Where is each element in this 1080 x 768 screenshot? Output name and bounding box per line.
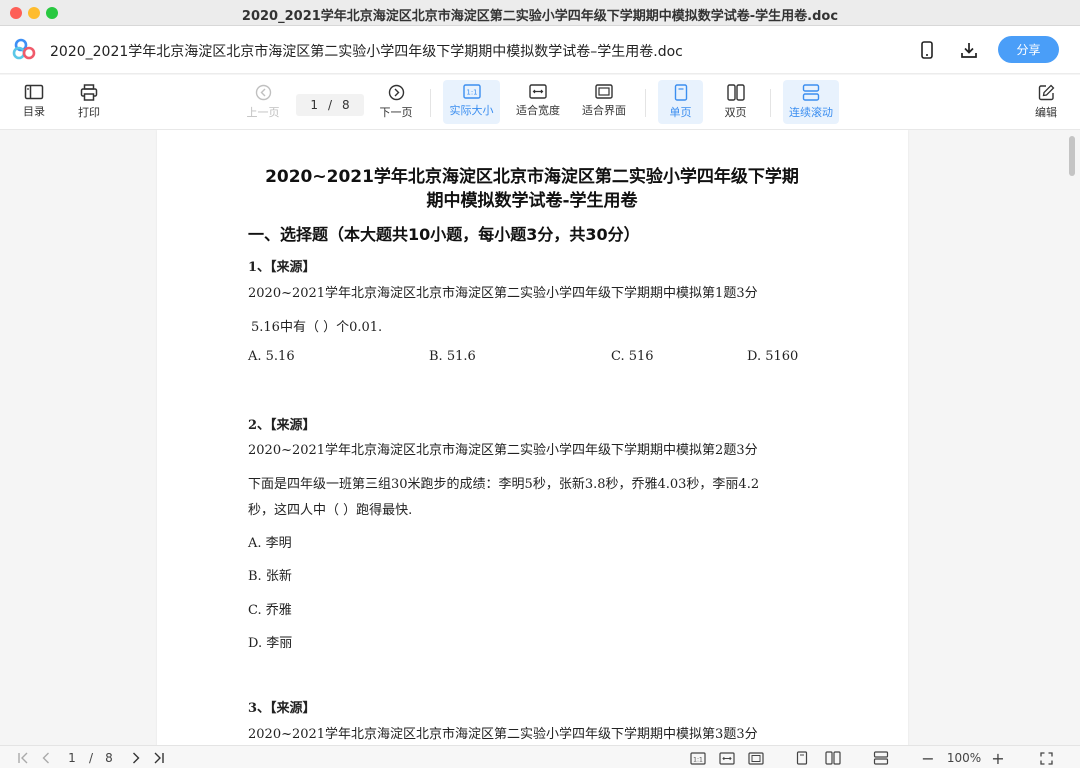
single-page-icon (674, 84, 687, 101)
question-2-option-d: D. 李丽 (248, 636, 293, 651)
section-title: 一、选择题（本大题共10小题，每小题3分，共30分） (248, 225, 640, 244)
status-double-page-icon[interactable] (823, 750, 843, 766)
window-title: 2020_2021学年北京海淀区北京市海淀区第二实验小学四年级下学期期中模拟数学… (241, 9, 839, 24)
status-actual-size-icon[interactable]: 1:1 (688, 750, 708, 766)
scrollbar-thumb[interactable] (1069, 136, 1075, 176)
toc-label: 目录 (23, 105, 45, 118)
fit-width-icon (529, 84, 547, 99)
svg-text:1:1: 1:1 (466, 89, 477, 97)
prev-page-button[interactable]: 上一页 (243, 80, 283, 124)
chevron-right-icon (388, 84, 404, 101)
actual-size-button[interactable]: 1:1 实际大小 (443, 80, 500, 124)
status-total-pages: 8 (105, 751, 113, 765)
print-label: 打印 (78, 106, 100, 119)
mobile-icon[interactable] (915, 38, 939, 62)
next-page-button[interactable]: 下一页 (376, 80, 416, 124)
fit-window-label: 适合界面 (582, 104, 626, 117)
edit-button[interactable]: 编辑 (1028, 80, 1064, 124)
zoom-out-button[interactable]: − (920, 749, 936, 768)
status-bar: 1 / 8 1:1 − 100% + (0, 745, 1080, 768)
download-icon[interactable] (957, 38, 981, 62)
document-viewport[interactable]: 2020~2021学年北京海淀区北京市海淀区第二实验小学四年级下学期 期中模拟数… (0, 130, 1080, 745)
status-fit-width-icon[interactable] (717, 750, 737, 766)
continuous-scroll-button[interactable]: 连续滚动 (783, 80, 839, 124)
question-2-stem-line-1: 下面是四年级一班第三组30米跑步的成绩：李明5秒，张新3.8秒，乔雅4.03秒，… (248, 477, 760, 492)
toolbar-divider (645, 89, 646, 117)
vertical-scrollbar[interactable] (1066, 132, 1078, 743)
app-logo-icon (12, 38, 38, 60)
actual-size-label: 实际大小 (449, 104, 494, 117)
single-page-button[interactable]: 单页 (658, 80, 703, 124)
question-1-source: 2020~2021学年北京海淀区北京市海淀区第二实验小学四年级下学期期中模拟第1… (248, 286, 758, 301)
share-button[interactable]: 分享 (998, 36, 1059, 63)
double-page-label: 双页 (724, 106, 747, 119)
question-1-number: 1、【来源】 (248, 260, 316, 275)
next-page-label: 下一页 (379, 106, 413, 119)
svg-text:1:1: 1:1 (693, 756, 703, 763)
last-page-icon[interactable] (150, 750, 168, 766)
question-1-option-d: D. 5160 (747, 349, 799, 364)
question-3-source: 2020~2021学年北京海淀区北京市海淀区第二实验小学四年级下学期期中模拟第3… (248, 727, 758, 742)
status-single-page-icon[interactable] (793, 750, 811, 766)
first-page-icon[interactable] (14, 750, 32, 766)
question-2-number: 2、【来源】 (248, 418, 316, 433)
continuous-scroll-icon (802, 84, 820, 101)
question-1-stem: 5.16中有（ ）个0.01. (251, 320, 383, 335)
question-2-option-a: A. 李明 (248, 536, 292, 551)
document-heading-line-2: 期中模拟数学试卷-学生用卷 (426, 191, 638, 211)
fullscreen-icon[interactable] (1037, 750, 1055, 766)
status-current-page[interactable]: 1 (64, 750, 80, 766)
zoom-level[interactable]: 100% (944, 750, 984, 766)
print-button[interactable]: 打印 (71, 80, 107, 124)
double-page-button[interactable]: 双页 (713, 80, 758, 124)
page-number-input[interactable]: 1 / 8 (296, 94, 364, 116)
total-page-number: 8 (342, 98, 350, 112)
fit-window-icon (595, 84, 613, 99)
document-title: 2020_2021学年北京海淀区北京市海淀区第二实验小学四年级下学期期中模拟数学… (50, 44, 683, 60)
status-continuous-scroll-icon[interactable] (871, 750, 891, 766)
edit-icon (1038, 84, 1054, 101)
question-1-option-b: B. 51.6 (429, 349, 476, 364)
toolbar-divider (770, 89, 771, 117)
continuous-scroll-label: 连续滚动 (789, 106, 833, 119)
fit-width-label: 适合宽度 (516, 104, 560, 117)
question-2-stem-line-2: 秒，这四人中（ ）跑得最快. (248, 503, 413, 518)
current-page-number: 1 (310, 98, 318, 112)
edit-label: 编辑 (1035, 106, 1057, 119)
question-1-option-c: C. 516 (611, 349, 654, 364)
printer-icon (80, 84, 98, 101)
fit-window-button[interactable]: 适合界面 (578, 80, 630, 124)
question-2-option-b: B. 张新 (248, 569, 292, 584)
status-fit-window-icon[interactable] (746, 750, 766, 766)
next-page-icon[interactable] (128, 750, 144, 766)
chevron-left-icon (255, 84, 271, 101)
toolbar-divider (430, 89, 431, 117)
double-page-icon (726, 84, 745, 101)
zoom-in-button[interactable]: + (990, 749, 1006, 768)
question-2-option-c: C. 乔雅 (248, 603, 292, 618)
document-heading-line-1: 2020~2021学年北京海淀区北京市海淀区第二实验小学四年级下学期 (265, 167, 799, 187)
document-page: 2020~2021学年北京海淀区北京市海淀区第二实验小学四年级下学期 期中模拟数… (157, 130, 908, 745)
single-page-label: 单页 (669, 106, 692, 119)
toc-button[interactable]: 目录 (16, 80, 52, 124)
actual-size-icon: 1:1 (462, 84, 481, 99)
toc-icon (24, 84, 44, 100)
fit-width-button[interactable]: 适合宽度 (512, 80, 564, 124)
page-separator: / (327, 98, 333, 112)
question-2-source: 2020~2021学年北京海淀区北京市海淀区第二实验小学四年级下学期期中模拟第2… (248, 443, 758, 458)
app-header: 2020_2021学年北京海淀区北京市海淀区第二实验小学四年级下学期期中模拟数学… (0, 26, 1080, 74)
viewer-toolbar: 目录 打印 上一页 1 / 8 下一页 1:1 实际大小 适合宽度 适合界面 单… (0, 75, 1080, 130)
window-titlebar: 2020_2021学年北京海淀区北京市海淀区第二实验小学四年级下学期期中模拟数学… (0, 0, 1080, 26)
question-1-option-a: A. 5.16 (248, 349, 295, 364)
status-page-separator: / (88, 751, 94, 765)
question-3-number: 3、【来源】 (248, 701, 316, 716)
prev-page-icon[interactable] (38, 750, 54, 766)
prev-page-label: 上一页 (246, 106, 280, 119)
